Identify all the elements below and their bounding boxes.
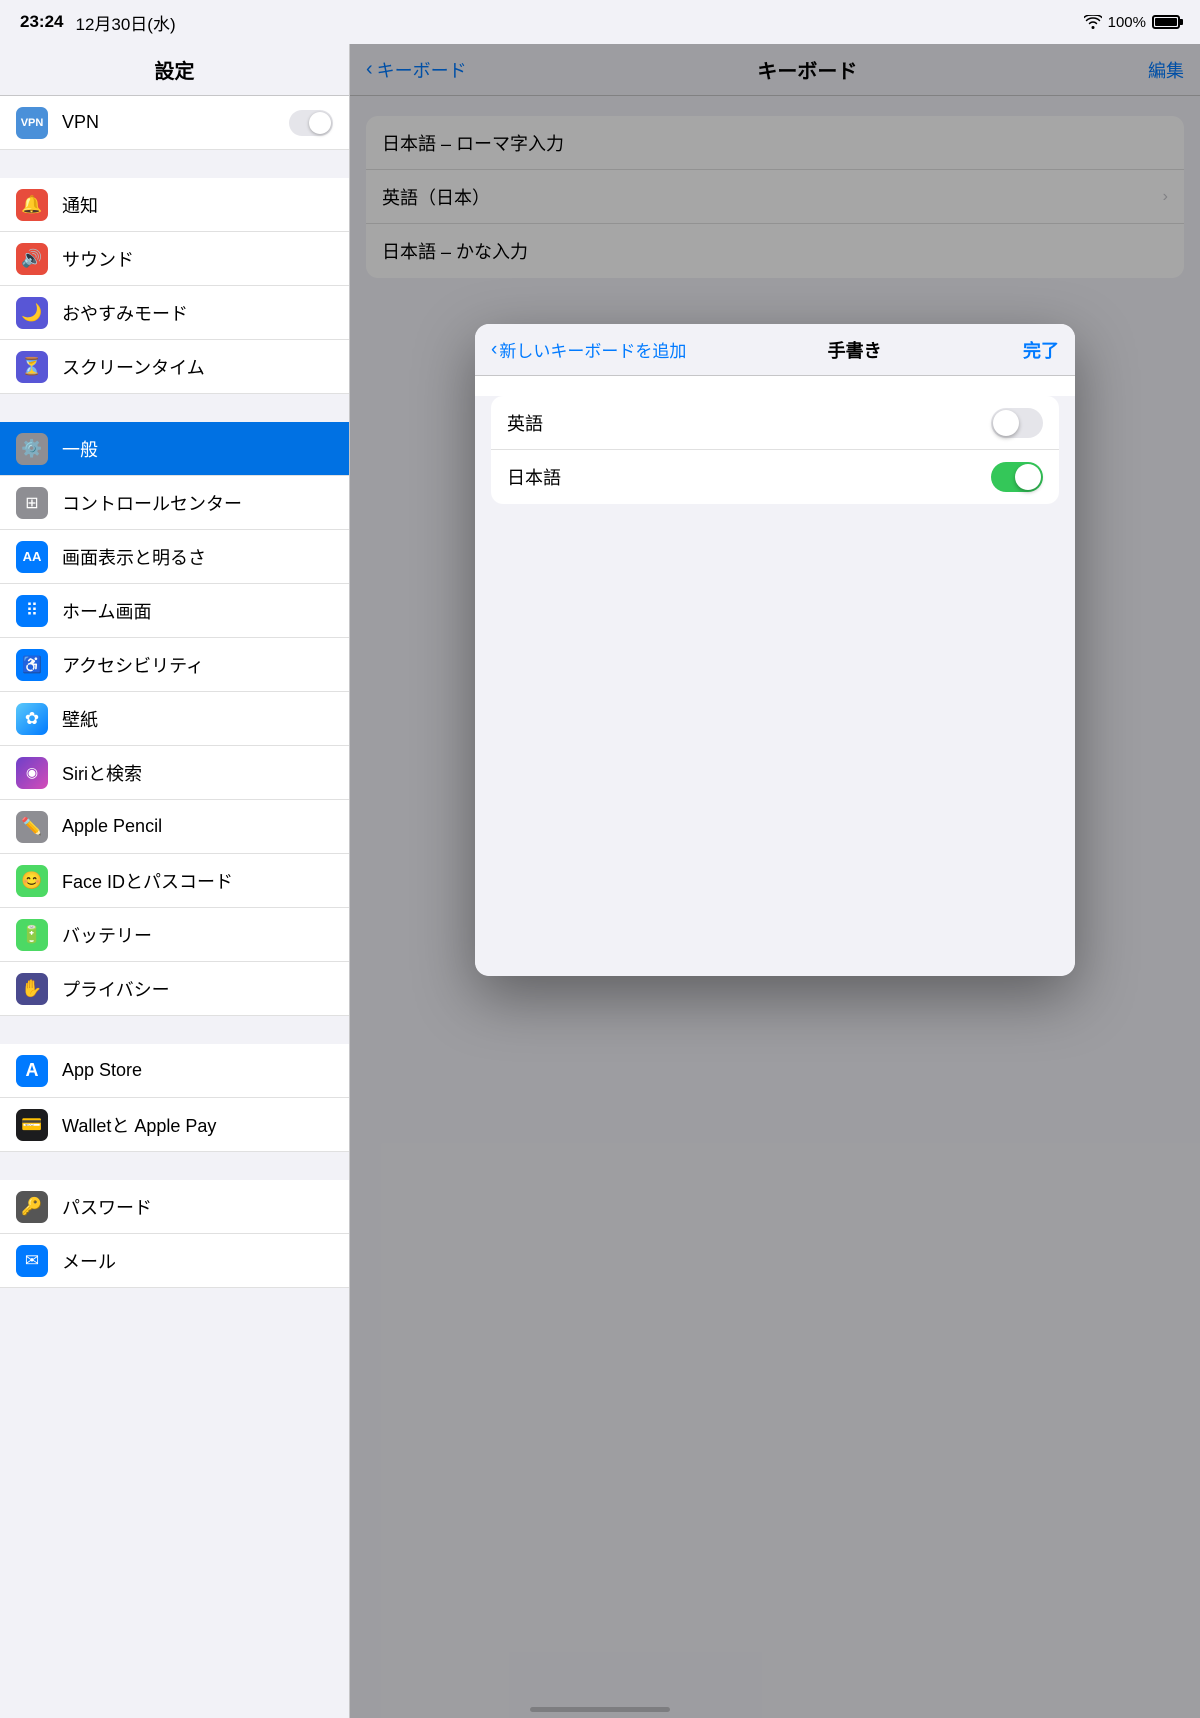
settings-item-home[interactable]: ⠿ ホーム画面: [0, 584, 349, 638]
faceid-icon: 😊: [16, 865, 48, 897]
settings-item-vpn[interactable]: VPN VPN: [0, 96, 349, 150]
display-icon: AA: [16, 541, 48, 573]
left-header: 設定: [0, 44, 349, 96]
general-icon: ⚙️: [16, 433, 48, 465]
wallet-label: Walletと Apple Pay: [62, 1112, 333, 1138]
settings-item-privacy[interactable]: ✋ プライバシー: [0, 962, 349, 1016]
settings-item-mail[interactable]: ✉ メール: [0, 1234, 349, 1288]
settings-item-accessibility[interactable]: ♿ アクセシビリティ: [0, 638, 349, 692]
handwriting-modal: ‹ 新しいキーボードを追加 手書き 完了 英語日本語: [475, 324, 1075, 976]
screentime-label: スクリーンタイム: [62, 354, 333, 380]
applepencil-icon: ✏️: [16, 811, 48, 843]
mail-label: メール: [62, 1248, 333, 1274]
settings-item-appstore[interactable]: A App Store: [0, 1044, 349, 1098]
password-label: パスワード: [62, 1194, 333, 1220]
screentime-icon: ⏳: [16, 351, 48, 383]
modal-lang-item-0[interactable]: 英語: [491, 396, 1059, 450]
modal-lang-toggle-1[interactable]: [991, 462, 1043, 492]
main-layout: 設定 VPN VPN 🔔 通知 🔊 サウンド 🌙 おやすみモード ⏳ スクリーンタイム ⚙️ 一般 ⊞ コ…: [0, 44, 1200, 1718]
wifi-icon: [1084, 15, 1102, 29]
control-icon: ⊞: [16, 487, 48, 519]
settings-list: VPN VPN 🔔 通知 🔊 サウンド 🌙 おやすみモード ⏳ スクリーンタイム ⚙️ 一般 ⊞ コントロ…: [0, 96, 349, 1288]
settings-item-siri[interactable]: ◉ Siriと検索: [0, 746, 349, 800]
siri-label: Siriと検索: [62, 760, 333, 786]
faceid-label: Face IDとパスコード: [62, 868, 333, 894]
modal-content: 英語日本語: [475, 396, 1075, 976]
modal-language-section: 英語日本語: [491, 396, 1059, 504]
battery-percentage: 100%: [1108, 14, 1146, 31]
settings-item-display[interactable]: AA 画面表示と明るさ: [0, 530, 349, 584]
modal-lang-label-0: 英語: [507, 410, 991, 436]
donotdisturb-label: おやすみモード: [62, 300, 333, 326]
mail-icon: ✉: [16, 1245, 48, 1277]
notification-label: 通知: [62, 192, 333, 218]
accessibility-icon: ♿: [16, 649, 48, 681]
settings-item-applepencil[interactable]: ✏️ Apple Pencil: [0, 800, 349, 854]
settings-item-wallet[interactable]: 💳 Walletと Apple Pay: [0, 1098, 349, 1152]
modal-lang-label-1: 日本語: [507, 464, 991, 490]
donotdisturb-icon: 🌙: [16, 297, 48, 329]
settings-item-battery[interactable]: 🔋 バッテリー: [0, 908, 349, 962]
battery-icon: 🔋: [16, 919, 48, 951]
right-panel: ‹ キーボード キーボード 編集 日本語 – ローマ字入力英語（日本）›日本語 …: [350, 44, 1200, 1718]
appstore-icon: A: [16, 1055, 48, 1087]
notification-icon: 🔔: [16, 189, 48, 221]
battery-icon: [1152, 15, 1180, 29]
settings-title: 設定: [155, 55, 195, 84]
settings-item-password[interactable]: 🔑 パスワード: [0, 1180, 349, 1234]
status-right: 100%: [1084, 14, 1180, 31]
password-icon: 🔑: [16, 1191, 48, 1223]
sound-label: サウンド: [62, 246, 333, 272]
sound-icon: 🔊: [16, 243, 48, 275]
vpn-toggle[interactable]: [289, 110, 333, 136]
modal-back-label: 新しいキーボードを追加: [499, 337, 686, 362]
modal-header: ‹ 新しいキーボードを追加 手書き 完了: [475, 324, 1075, 376]
wallpaper-label: 壁紙: [62, 706, 333, 732]
modal-back-button[interactable]: ‹ 新しいキーボードを追加: [491, 337, 686, 362]
wallet-icon: 💳: [16, 1109, 48, 1141]
home-label: ホーム画面: [62, 598, 333, 624]
settings-item-donotdisturb[interactable]: 🌙 おやすみモード: [0, 286, 349, 340]
settings-item-general[interactable]: ⚙️ 一般: [0, 422, 349, 476]
status-date: 12月30日(水): [75, 10, 175, 35]
accessibility-label: アクセシビリティ: [62, 652, 333, 678]
status-time: 23:24: [20, 12, 63, 32]
home-icon: ⠿: [16, 595, 48, 627]
battery-label: バッテリー: [62, 922, 333, 948]
appstore-label: App Store: [62, 1060, 333, 1081]
modal-lang-toggle-0[interactable]: [991, 408, 1043, 438]
settings-item-faceid[interactable]: 😊 Face IDとパスコード: [0, 854, 349, 908]
control-label: コントロールセンター: [62, 490, 333, 516]
status-bar: 23:24 12月30日(水) 100%: [0, 0, 1200, 44]
modal-title: 手書き: [828, 337, 882, 363]
siri-icon: ◉: [16, 757, 48, 789]
privacy-label: プライバシー: [62, 976, 333, 1002]
vpn-icon: VPN: [16, 107, 48, 139]
settings-item-sound[interactable]: 🔊 サウンド: [0, 232, 349, 286]
vpn-label: VPN: [62, 112, 289, 133]
modal-overlay[interactable]: ‹ 新しいキーボードを追加 手書き 完了 英語日本語: [350, 44, 1200, 1718]
privacy-icon: ✋: [16, 973, 48, 1005]
settings-item-screentime[interactable]: ⏳ スクリーンタイム: [0, 340, 349, 394]
settings-item-notification[interactable]: 🔔 通知: [0, 178, 349, 232]
modal-lang-item-1[interactable]: 日本語: [491, 450, 1059, 504]
display-label: 画面表示と明るさ: [62, 544, 333, 570]
settings-item-control[interactable]: ⊞ コントロールセンター: [0, 476, 349, 530]
applepencil-label: Apple Pencil: [62, 816, 333, 837]
settings-item-wallpaper[interactable]: ✿ 壁紙: [0, 692, 349, 746]
general-label: 一般: [62, 436, 333, 462]
modal-done-button[interactable]: 完了: [1023, 337, 1059, 363]
wallpaper-icon: ✿: [16, 703, 48, 735]
left-panel: 設定 VPN VPN 🔔 通知 🔊 サウンド 🌙 おやすみモード ⏳ スクリーンタイム ⚙️ 一般 ⊞ コ…: [0, 44, 350, 1718]
modal-back-chevron-icon: ‹: [491, 339, 497, 361]
